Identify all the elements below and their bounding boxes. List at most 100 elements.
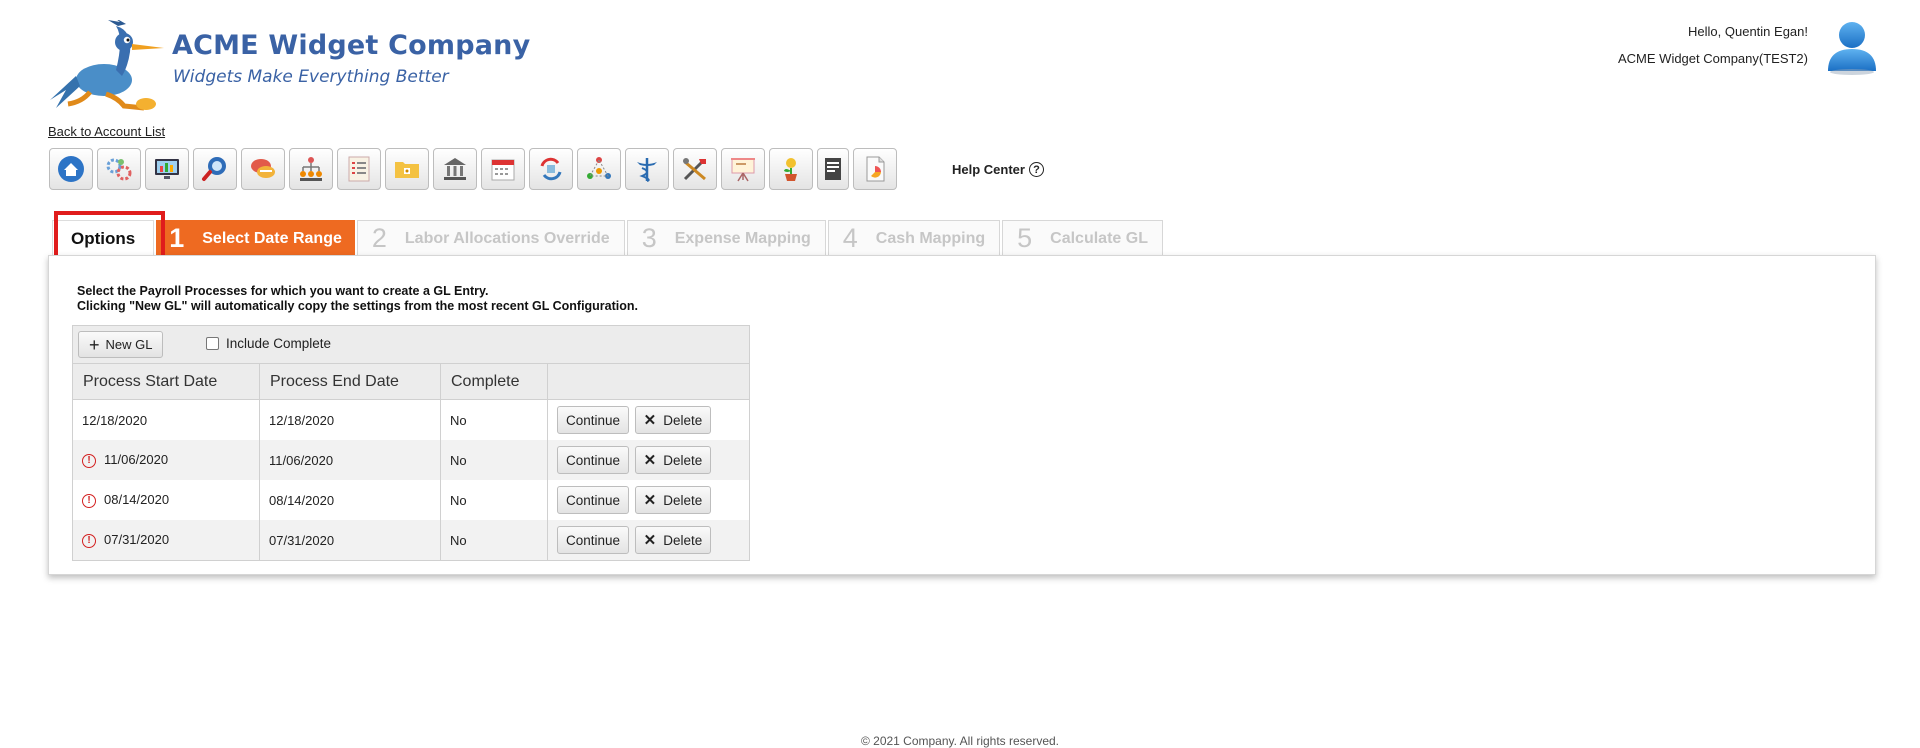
grid-toolbar: + New GL Include Complete: [73, 326, 749, 364]
payroll-process-grid: + New GL Include Complete Process Start …: [72, 325, 750, 561]
instructions: Select the Payroll Processes for which y…: [77, 284, 638, 314]
column-header-start-date[interactable]: Process Start Date: [73, 364, 260, 400]
gears-icon[interactable]: [97, 148, 141, 190]
column-header-end-date[interactable]: Process End Date: [259, 364, 441, 400]
folder-icon[interactable]: [385, 148, 429, 190]
user-greeting: Hello, Quentin Egan!: [1688, 24, 1808, 39]
delete-label: Delete: [663, 532, 703, 548]
actions-cell: Continue ✕ Delete: [547, 520, 749, 560]
start-date: 08/14/2020: [104, 492, 170, 508]
company-name: ACME Widget Company: [172, 30, 531, 61]
delete-button[interactable]: ✕ Delete: [634, 486, 712, 514]
back-to-account-list-link[interactable]: Back to Account List: [48, 124, 165, 139]
home-icon[interactable]: [49, 148, 93, 190]
tab-label: Select Date Range: [202, 229, 342, 247]
actions-cell: Continue ✕ Delete: [548, 480, 750, 520]
complete-cell: No: [440, 480, 548, 520]
plus-icon: +: [89, 334, 100, 355]
search-icon[interactable]: [193, 148, 237, 190]
network-icon[interactable]: [577, 148, 621, 190]
list-icon[interactable]: [337, 148, 381, 190]
warning-icon[interactable]: !: [82, 493, 96, 508]
delete-label: Delete: [663, 452, 703, 468]
include-complete-checkbox[interactable]: [206, 337, 219, 350]
tools-icon[interactable]: [673, 148, 717, 190]
tab-label: Labor Allocations Override: [404, 229, 610, 247]
end-date-cell: 07/31/2020: [259, 520, 441, 560]
continue-button[interactable]: Continue: [557, 406, 630, 434]
start-date-cell: ! 07/31/2020: [73, 520, 260, 560]
close-icon: ✕: [643, 492, 657, 509]
end-date-cell: 12/18/2020: [259, 399, 441, 440]
instruction-line: Clicking "New GL" will automatically cop…: [77, 299, 639, 313]
delete-button[interactable]: ✕ Delete: [634, 446, 712, 474]
tab-step-number: 1: [169, 223, 185, 253]
column-header-complete[interactable]: Complete: [440, 364, 548, 400]
plant-icon[interactable]: [769, 148, 813, 190]
close-icon: ✕: [643, 412, 657, 429]
new-gl-button[interactable]: + New GL: [78, 331, 164, 358]
user-avatar-icon[interactable]: [1826, 19, 1878, 75]
report-icon[interactable]: [853, 148, 897, 190]
end-date-cell: 08/14/2020: [259, 480, 441, 520]
complete-cell: No: [440, 520, 548, 560]
company-logo: [46, 16, 170, 112]
tab-step-number: 5: [1017, 223, 1033, 253]
tab-labor-allocations-override[interactable]: 2 Labor Allocations Override: [356, 220, 625, 256]
table-row: 12/18/2020 12/18/2020 No Continue ✕ Delet…: [73, 399, 750, 441]
caduceus-icon[interactable]: [625, 148, 669, 190]
actions-cell: Continue ✕ Delete: [547, 440, 749, 480]
include-complete-option: Include Complete: [206, 336, 331, 351]
actions-cell: Continue ✕ Delete: [548, 400, 750, 441]
delete-label: Delete: [663, 412, 703, 428]
start-date: 11/06/2020: [104, 452, 169, 468]
presentation-icon[interactable]: [721, 148, 765, 190]
tab-options-label: Options: [71, 228, 136, 248]
tab-select-date-range[interactable]: 1 Select Date Range: [156, 220, 355, 256]
complete-cell: No: [440, 399, 548, 440]
table-header-row: Process Start Date Process End Date Comp…: [73, 364, 749, 400]
org-chart-icon[interactable]: [289, 148, 333, 190]
tab-cash-mapping[interactable]: 4 Cash Mapping: [827, 220, 1001, 256]
warning-icon[interactable]: !: [82, 453, 96, 468]
main-toolbar: [49, 148, 897, 190]
start-date-cell: 12/18/2020: [73, 399, 260, 440]
tab-options[interactable]: Options: [52, 220, 155, 256]
start-date-cell: ! 08/14/2020: [73, 480, 260, 520]
tab-calculate-gl[interactable]: 5 Calculate GL: [1002, 220, 1163, 256]
complete-cell: No: [440, 440, 548, 480]
tab-step-number: 2: [371, 223, 387, 253]
table-row: ! 11/06/2020 11/06/2020 No Continue ✕ Dele…: [73, 440, 749, 480]
delete-button[interactable]: ✕ Delete: [634, 526, 712, 554]
table-row: ! 08/14/2020 08/14/2020 No Continue ✕ Dele…: [73, 480, 749, 520]
delete-button[interactable]: ✕ Delete: [634, 406, 712, 434]
transfer-icon[interactable]: [529, 148, 573, 190]
help-center-link[interactable]: Help Center ?: [952, 162, 1044, 177]
document-icon[interactable]: [817, 148, 849, 190]
bank-icon[interactable]: [433, 148, 477, 190]
main-panel: Select the Payroll Processes for which y…: [48, 255, 1876, 575]
table-row: ! 07/31/2020 07/31/2020 No Continue ✕ Dele…: [73, 520, 749, 560]
calendar-icon[interactable]: [481, 148, 525, 190]
instruction-line: Select the Payroll Processes for which y…: [77, 284, 489, 298]
help-icon: ?: [1028, 162, 1044, 177]
process-table: Process Start Date Process End Date Comp…: [73, 364, 749, 560]
new-gl-label: New GL: [105, 337, 153, 352]
chat-icon[interactable]: [241, 148, 285, 190]
warning-icon[interactable]: !: [82, 533, 96, 548]
continue-button[interactable]: Continue: [557, 446, 630, 474]
tab-step-number: 3: [641, 223, 657, 253]
continue-button[interactable]: Continue: [557, 526, 630, 554]
tab-label: Calculate GL: [1050, 229, 1148, 247]
help-center-label: Help Center: [952, 162, 1025, 177]
start-date-cell: ! 11/06/2020: [73, 440, 260, 480]
monitor-chart-icon[interactable]: [145, 148, 189, 190]
tab-step-number: 4: [842, 223, 858, 253]
tab-expense-mapping[interactable]: 3 Expense Mapping: [626, 220, 826, 256]
tab-label: Expense Mapping: [674, 229, 811, 247]
tab-label: Cash Mapping: [875, 229, 986, 247]
continue-button[interactable]: Continue: [557, 486, 630, 514]
start-date: 07/31/2020: [104, 532, 170, 548]
start-date: 12/18/2020: [82, 412, 148, 428]
user-company: ACME Widget Company(TEST2): [1618, 51, 1808, 66]
